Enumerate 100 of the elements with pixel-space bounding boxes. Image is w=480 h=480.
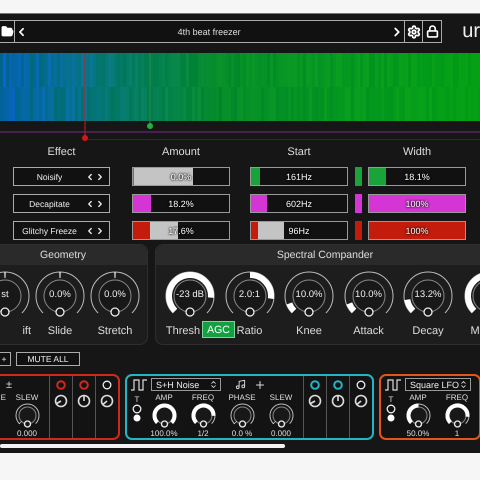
- parameter-slider[interactable]: 100%: [368, 194, 466, 213]
- add-icon[interactable]: [254, 378, 266, 390]
- column-header: Width: [402, 146, 432, 158]
- knob-icon[interactable]: [308, 394, 322, 408]
- knob-label: Decay: [412, 325, 444, 337]
- knob-icon[interactable]: [354, 394, 368, 408]
- knob-value: 100.0%: [150, 429, 178, 438]
- panel-title: Spectral Compander: [276, 249, 374, 261]
- up-down-icon: [459, 380, 468, 389]
- knob-icon[interactable]: [54, 394, 68, 408]
- knob-value: 1/2: [197, 429, 209, 438]
- knob-label: AMP: [155, 393, 173, 402]
- source-dropdown[interactable]: Square LFO: [405, 378, 471, 391]
- knob-label: FREQ: [446, 393, 468, 402]
- knob-label: M: [470, 325, 480, 337]
- knob[interactable]: st: [0, 270, 31, 322]
- module-symbol: ±: [6, 378, 12, 390]
- knob-label: SLEW: [270, 393, 292, 402]
- chevron-left-icon[interactable]: [85, 226, 95, 236]
- knob[interactable]: [14, 402, 40, 429]
- knob-icon[interactable]: [100, 394, 114, 408]
- knob-label: Ratio: [236, 325, 262, 337]
- chevron-left-icon[interactable]: [85, 198, 95, 208]
- knob[interactable]: [190, 402, 216, 429]
- position-marker[interactable]: [147, 53, 153, 129]
- knob[interactable]: 0.0%: [34, 270, 86, 322]
- trigger-label: T: [134, 395, 140, 404]
- knob-label: Attack: [353, 325, 384, 337]
- square-wave-icon: [131, 378, 147, 390]
- knob-icon[interactable]: [77, 394, 91, 408]
- knob[interactable]: 13.2%: [402, 270, 454, 322]
- source-dropdown[interactable]: S+H Noise: [151, 378, 221, 391]
- knob-icon[interactable]: [331, 394, 345, 408]
- knob-label: PHASE: [228, 393, 256, 402]
- slider-value: 18.2%: [168, 198, 194, 208]
- parameter-slider[interactable]: 18.2%: [132, 194, 230, 213]
- knob[interactable]: [444, 402, 470, 429]
- effect-selector[interactable]: Glitchy Freeze: [13, 221, 110, 240]
- knob-value: 0.0 %: [232, 429, 252, 438]
- parameter-slider[interactable]: 100%: [368, 221, 466, 240]
- chevron-right-icon[interactable]: [95, 172, 105, 182]
- slider-value: 602Hz: [286, 198, 312, 208]
- knob-value: 50.0%: [406, 429, 430, 438]
- column-header: Start: [286, 146, 312, 158]
- slider-value: 96Hz: [288, 226, 310, 236]
- knob[interactable]: [150, 402, 178, 429]
- parameter-slider[interactable]: 96Hz: [250, 221, 348, 240]
- column-header: Amount: [161, 146, 201, 158]
- trigger-dot-icon: [133, 414, 141, 422]
- slider-value: 18.1%: [404, 172, 430, 182]
- column-header: Effect: [46, 146, 76, 158]
- knob-value: 0.000: [270, 429, 292, 438]
- slider-value: 100%: [405, 198, 429, 208]
- knob-label: Knee: [296, 325, 322, 337]
- lock-icon: [426, 25, 439, 38]
- position-marker[interactable]: [82, 53, 88, 141]
- settings-button[interactable]: [404, 21, 422, 42]
- knob-label: FREQ: [192, 393, 214, 402]
- square-wave-icon: [385, 378, 401, 390]
- knob[interactable]: 0.0%: [89, 270, 141, 322]
- preset-name: 4th beat freezer: [176, 26, 242, 36]
- settings-icon: [406, 24, 421, 38]
- chevron-right-icon[interactable]: [95, 198, 105, 208]
- effect-selector[interactable]: Decapitate: [13, 194, 110, 213]
- up-down-icon: [209, 380, 218, 389]
- brand-name: ur: [462, 20, 480, 43]
- knob-label: ift: [22, 325, 31, 337]
- knob-value: 1: [454, 429, 460, 438]
- trigger-label: T: [388, 395, 394, 404]
- knob[interactable]: 2.0:1: [224, 270, 276, 322]
- knob-label: Slide: [48, 325, 72, 337]
- mute-all-button[interactable]: MUTE ALL: [16, 352, 80, 366]
- parameter-slider[interactable]: 18.1%: [368, 167, 466, 186]
- knob[interactable]: -23 dB: [164, 270, 216, 322]
- jack-icon[interactable]: [333, 380, 343, 390]
- parameter-slider[interactable]: 161Hz: [250, 167, 348, 186]
- panel-title: Geometry: [40, 249, 86, 261]
- folder-icon: [0, 25, 14, 38]
- trigger-dot-icon: [387, 414, 395, 422]
- effect-selector[interactable]: Noisify: [13, 167, 110, 186]
- chevron-left-icon[interactable]: [85, 172, 95, 182]
- knob[interactable]: [268, 402, 294, 429]
- parameter-slider[interactable]: 602Hz: [250, 194, 348, 213]
- knob-value: 0.000: [16, 429, 38, 438]
- knob-label: SLEW: [16, 393, 38, 402]
- knob-label: E: [0, 393, 6, 402]
- knob-label: Stretch: [98, 325, 132, 337]
- slider-value: 161Hz: [286, 172, 312, 182]
- knob-label: AMP: [409, 393, 427, 402]
- knob[interactable]: [228, 402, 256, 429]
- knob[interactable]: 10.0%: [283, 270, 335, 322]
- slider-value: 100%: [405, 226, 429, 236]
- chevron-right-icon[interactable]: [95, 226, 105, 236]
- knob-label: Thresh: [166, 325, 200, 337]
- knob[interactable]: [404, 402, 432, 429]
- music-note-icon[interactable]: [235, 379, 246, 390]
- add-button[interactable]: +: [0, 352, 11, 366]
- scrollbar[interactable]: [0, 444, 285, 448]
- knob[interactable]: 10.0%: [342, 270, 394, 322]
- jack-icon[interactable]: [310, 380, 320, 390]
